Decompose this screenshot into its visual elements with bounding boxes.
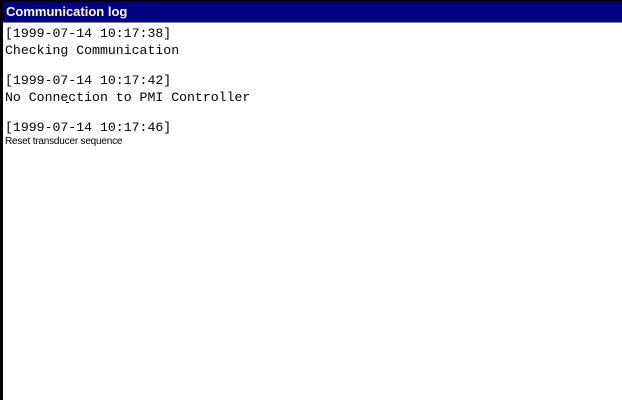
log-message: Checking Communication <box>5 43 180 58</box>
log-timestamp: [1999-07-14 10:17:46] <box>5 120 172 135</box>
log-message: No Connection to PMI Controller <box>5 90 251 105</box>
window-title: Communication log <box>6 4 128 19</box>
window-titlebar[interactable]: Communication log <box>3 2 622 22</box>
communication-log-window: Communication log [1999-07-14 10:17:38] … <box>0 0 622 400</box>
log-timestamp: [1999-07-14 10:17:42] <box>5 73 172 88</box>
log-entry: [1999-07-14 10:17:46] Reset transducer s… <box>5 119 622 148</box>
log-text-area[interactable]: [1999-07-14 10:17:38] Checking Communica… <box>5 25 622 400</box>
log-message: Reset transducer sequence <box>5 136 123 147</box>
log-entry: [1999-07-14 10:17:42] No Connection to P… <box>5 72 622 107</box>
log-entry: [1999-07-14 10:17:38] Checking Communica… <box>5 25 622 59</box>
log-timestamp: [1999-07-14 10:17:38] <box>5 26 172 41</box>
text-cursor-mark <box>66 102 69 103</box>
titlebar-divider <box>3 22 622 23</box>
